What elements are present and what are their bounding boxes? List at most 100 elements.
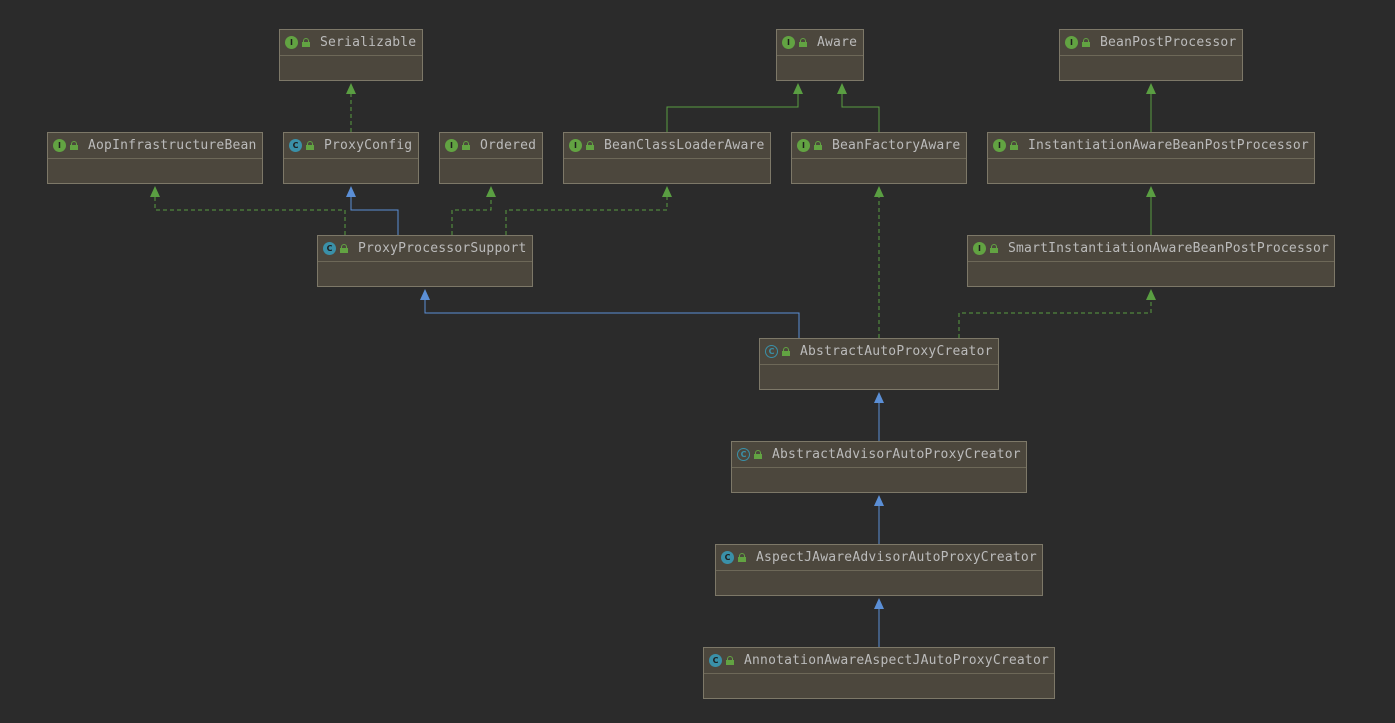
edge-annotationawareaspectjautoproxycreator-to-aspectjawareadvisorautoproxycreator	[874, 598, 884, 647]
interface-icon: I	[782, 36, 795, 49]
class-icon: C	[721, 551, 734, 564]
uml-node-header: C AnnotationAwareAspectJAutoProxyCreator	[704, 648, 1054, 674]
uml-node-label: ProxyProcessorSupport	[358, 241, 527, 256]
public-lock-icon	[340, 244, 349, 253]
edge-beanfactoryaware-to-aware	[837, 83, 880, 132]
class-icon: C	[709, 654, 722, 667]
uml-node-label: AnnotationAwareAspectJAutoProxyCreator	[744, 653, 1050, 668]
edge-line	[841, 93, 880, 132]
uml-node-label: AbstractAdvisorAutoProxyCreator	[772, 447, 1021, 462]
uml-node-header: I Serializable	[280, 30, 422, 56]
uml-node-aspectjawareadvisorautoproxycreator[interactable]: C AspectJAwareAdvisorAutoProxyCreator	[715, 544, 1043, 596]
uml-node-beanclassloaderaware[interactable]: I BeanClassLoaderAware	[563, 132, 771, 184]
interface-icon: I	[993, 139, 1006, 152]
edge-abstractautoproxycreator-to-proxyprocessorsupport	[420, 289, 800, 338]
public-lock-icon	[990, 244, 999, 253]
edge-proxyprocessorsupport-to-aopinfrastructurebean	[150, 186, 346, 235]
public-lock-icon	[1010, 141, 1019, 150]
edge-abstractautoproxycreator-to-smartinstantiationawarebeanpostprocessor	[958, 289, 1156, 338]
edge-abstractautoproxycreator-to-beanfactoryaware	[874, 186, 884, 338]
uml-node-label: Ordered	[480, 138, 537, 153]
edge-arrowhead	[150, 186, 160, 197]
public-lock-icon	[586, 141, 595, 150]
edge-aspectjawareadvisorautoproxycreator-to-abstractadvisorautoproxycreator	[874, 495, 884, 544]
edge-beanclassloaderaware-to-aware	[666, 83, 803, 132]
public-lock-icon	[799, 38, 808, 47]
edge-arrowhead	[1146, 186, 1156, 197]
uml-node-label: AbstractAutoProxyCreator	[800, 344, 993, 359]
uml-node-label: Aware	[817, 35, 858, 50]
uml-node-label: Serializable	[320, 35, 417, 50]
class-icon: C	[323, 242, 336, 255]
uml-node-proxyconfig[interactable]: C ProxyConfig	[283, 132, 419, 184]
uml-node-header: I Aware	[777, 30, 863, 56]
public-lock-icon	[1082, 38, 1091, 47]
edge-line	[451, 196, 492, 235]
uml-node-annotationawareaspectjautoproxycreator[interactable]: C AnnotationAwareAspectJAutoProxyCreator	[703, 647, 1055, 699]
public-lock-icon	[814, 141, 823, 150]
edge-arrowhead	[346, 83, 356, 94]
abstract-class-icon: C	[737, 448, 750, 461]
edge-arrowhead	[346, 186, 356, 197]
uml-node-ordered[interactable]: I Ordered	[439, 132, 543, 184]
interface-icon: I	[973, 242, 986, 255]
uml-node-label: BeanFactoryAware	[832, 138, 961, 153]
edge-arrowhead	[874, 186, 884, 197]
uml-node-header: C ProxyProcessorSupport	[318, 236, 532, 262]
abstract-class-icon: C	[765, 345, 778, 358]
uml-node-header: I AopInfrastructureBean	[48, 133, 262, 159]
public-lock-icon	[70, 141, 79, 150]
edge-proxyprocessorsupport-to-proxyconfig	[346, 186, 399, 235]
edge-line	[350, 196, 399, 235]
uml-node-abstractautoproxycreator[interactable]: C AbstractAutoProxyCreator	[759, 338, 999, 390]
uml-node-header: I Ordered	[440, 133, 542, 159]
uml-node-header: I BeanClassLoaderAware	[564, 133, 770, 159]
uml-node-beanfactoryaware[interactable]: I BeanFactoryAware	[791, 132, 967, 184]
interface-icon: I	[53, 139, 66, 152]
uml-node-aware[interactable]: I Aware	[776, 29, 864, 81]
public-lock-icon	[306, 141, 315, 150]
public-lock-icon	[726, 656, 735, 665]
uml-node-label: InstantiationAwareBeanPostProcessor	[1028, 138, 1309, 153]
uml-node-abstractadvisorautoproxycreator[interactable]: C AbstractAdvisorAutoProxyCreator	[731, 441, 1027, 493]
uml-node-beanpostprocessor[interactable]: I BeanPostProcessor	[1059, 29, 1243, 81]
uml-node-label: AspectJAwareAdvisorAutoProxyCreator	[756, 550, 1037, 565]
uml-node-aopinfrastructurebean[interactable]: I AopInfrastructureBean	[47, 132, 263, 184]
uml-node-instantiationawarebeanpostprocessor[interactable]: I InstantiationAwareBeanPostProcessor	[987, 132, 1315, 184]
uml-node-header: C AbstractAdvisorAutoProxyCreator	[732, 442, 1026, 468]
uml-node-label: ProxyConfig	[324, 138, 413, 153]
edge-arrowhead	[420, 289, 430, 300]
edge-arrowhead	[874, 495, 884, 506]
uml-node-proxyprocessorsupport[interactable]: C ProxyProcessorSupport	[317, 235, 533, 287]
public-lock-icon	[738, 553, 747, 562]
uml-node-serializable[interactable]: I Serializable	[279, 29, 423, 81]
edge-line	[666, 93, 799, 132]
interface-icon: I	[1065, 36, 1078, 49]
interface-icon: I	[569, 139, 582, 152]
edge-line	[424, 299, 800, 338]
public-lock-icon	[462, 141, 471, 150]
edge-arrowhead	[1146, 83, 1156, 94]
uml-node-header: I SmartInstantiationAwareBeanPostProcesso…	[968, 236, 1334, 262]
edge-line	[505, 196, 668, 235]
uml-node-label: BeanPostProcessor	[1100, 35, 1237, 50]
uml-node-header: I BeanPostProcessor	[1060, 30, 1242, 56]
uml-node-header: I BeanFactoryAware	[792, 133, 966, 159]
edge-line	[154, 196, 346, 235]
uml-node-label: SmartInstantiationAwareBeanPostProcessor	[1008, 241, 1330, 256]
interface-icon: I	[445, 139, 458, 152]
edge-arrowhead	[837, 83, 847, 94]
edge-arrowhead	[874, 598, 884, 609]
edge-arrowhead	[1146, 289, 1156, 300]
edge-proxyprocessorsupport-to-beanclassloaderaware	[505, 186, 672, 235]
public-lock-icon	[782, 347, 791, 356]
edge-smartinstantiationawarebeanpostprocessor-to-instantiationawarebeanpostprocessor	[1146, 186, 1156, 235]
uml-node-label: BeanClassLoaderAware	[604, 138, 765, 153]
uml-node-smartinstantiationawarebeanpostprocessor[interactable]: I SmartInstantiationAwareBeanPostProcesso…	[967, 235, 1335, 287]
edge-arrowhead	[874, 392, 884, 403]
public-lock-icon	[302, 38, 311, 47]
edge-arrowhead	[662, 186, 672, 197]
edge-proxyprocessorsupport-to-ordered	[451, 186, 496, 235]
edge-instantiationawarebeanpostprocessor-to-beanpostprocessor	[1146, 83, 1156, 132]
edge-proxyconfig-to-serializable	[346, 83, 356, 132]
